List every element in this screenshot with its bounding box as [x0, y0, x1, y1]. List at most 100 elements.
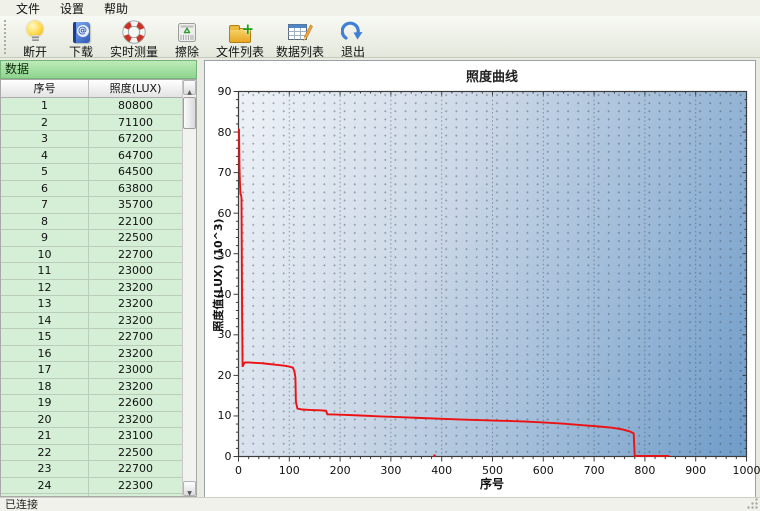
- table-body: 1 80800 2 71100 3 67200 4 64700 5 64500 6 63800 7 357…: [1, 98, 183, 496]
- cell-index: 21: [1, 428, 89, 444]
- table-header-row: 序号 照度(LUX): [1, 80, 196, 98]
- table-row[interactable]: 1 80800: [1, 98, 183, 115]
- cell-lux: 64500: [118, 165, 153, 178]
- cell-lux: 22700: [118, 462, 153, 475]
- menu-settings[interactable]: 设置: [50, 0, 94, 17]
- folder-add-icon: [225, 19, 255, 45]
- cell-lux: 22700: [118, 247, 153, 261]
- cell-lux: 71100: [118, 115, 153, 129]
- cell-lux: 23200: [118, 280, 153, 294]
- cell-index: 5: [1, 164, 89, 180]
- table-row[interactable]: 19 22600: [1, 395, 183, 412]
- cell-index: 22: [1, 444, 89, 460]
- table-row[interactable]: 22 22500: [1, 444, 183, 461]
- chart-panel: 照度曲线 照度值(LUX) (10^3) 0 100 200 300 400 500 600…: [204, 60, 760, 501]
- column-header-index[interactable]: 序号: [1, 80, 89, 97]
- y-tick-label: 80: [217, 125, 232, 139]
- toolbar-item-label: 下载: [68, 45, 93, 59]
- toolbar-item-label: 文件列表: [216, 45, 265, 59]
- cell-index: 13: [1, 296, 89, 312]
- connection-status-text: 已连接: [5, 498, 38, 511]
- cell-lux: 22500: [118, 445, 153, 459]
- cell-lux: 22500: [89, 494, 182, 496]
- app-window: 文件 设置 帮助 断开 下载 实时测量: [0, 0, 760, 511]
- table-scrollbar[interactable]: [182, 80, 196, 496]
- cell-index: 7: [1, 197, 89, 213]
- exit-button[interactable]: 退出: [330, 18, 376, 60]
- sidebar-title: 数据: [0, 60, 197, 79]
- scroll-down-button[interactable]: [183, 481, 196, 496]
- cell-index: 10: [1, 246, 89, 262]
- y-tick-label: 50: [217, 247, 232, 261]
- table-row[interactable]: 7 35700: [1, 197, 183, 214]
- erase-button[interactable]: 擦除: [164, 18, 210, 60]
- cell-index: 2: [1, 114, 89, 130]
- table-row[interactable]: 10 22700: [1, 246, 183, 263]
- cell-lux: 63800: [118, 181, 153, 195]
- table-row[interactable]: 12 23200: [1, 279, 183, 296]
- cell-lux: 23000: [118, 363, 153, 376]
- cell-lux: 35700: [118, 198, 153, 211]
- table-row[interactable]: 8 22100: [1, 213, 183, 230]
- y-tick-label: 10: [217, 409, 232, 423]
- cell-lux: 67200: [118, 132, 153, 145]
- realtime-measure-button[interactable]: 实时测量: [104, 18, 164, 60]
- table-row[interactable]: 21 23100: [1, 428, 183, 445]
- cell-lux: 23200: [118, 297, 153, 310]
- cell-index: 8: [1, 213, 89, 229]
- menu-file[interactable]: 文件: [6, 0, 50, 17]
- lifebuoy-icon: [119, 19, 149, 45]
- cell-index: 11: [1, 263, 89, 279]
- cell-lux: 23000: [118, 264, 153, 277]
- table-row[interactable]: 2 71100: [1, 114, 183, 131]
- table-row[interactable]: 4 64700: [1, 147, 183, 164]
- cell-lux: 23200: [118, 412, 153, 426]
- scroll-up-button[interactable]: [183, 80, 196, 95]
- cell-lux: 22700: [118, 330, 153, 343]
- toolbar-gripper[interactable]: [4, 20, 9, 54]
- table-row[interactable]: 6 63800: [1, 180, 183, 197]
- table-row[interactable]: 3 67200: [1, 131, 183, 148]
- cell-index: 14: [1, 312, 89, 328]
- table-row[interactable]: 5 64500: [1, 164, 183, 181]
- toolbar-item-label: 数据列表: [276, 45, 325, 59]
- cell-lux: 23200: [118, 346, 153, 360]
- table-row[interactable]: 18 23200: [1, 378, 183, 395]
- table-row[interactable]: 15 22700: [1, 329, 183, 346]
- table-row[interactable]: 14 23200: [1, 312, 183, 329]
- table-row[interactable]: 9 22500: [1, 230, 183, 247]
- y-tick-label: 60: [217, 206, 232, 220]
- cell-lux: 22100: [118, 214, 153, 228]
- table-row[interactable]: 17 23000: [1, 362, 183, 379]
- chart-title: 照度曲线: [465, 70, 518, 85]
- cell-lux: 64700: [118, 148, 153, 162]
- cell-index: 23: [1, 461, 89, 477]
- table-row[interactable]: 23 22700: [1, 461, 183, 478]
- table-row[interactable]: 13 23200: [1, 296, 183, 313]
- disconnect-button[interactable]: 断开: [12, 18, 58, 60]
- table-row[interactable]: 20 23200: [1, 411, 183, 428]
- cell-lux: 22500: [118, 231, 153, 244]
- cell-index: 25: [1, 494, 89, 496]
- file-list-button[interactable]: 文件列表: [210, 18, 270, 60]
- y-tick-label: 40: [217, 287, 232, 301]
- table-row[interactable]: 2522500: [1, 494, 183, 496]
- table-row[interactable]: 16 23200: [1, 345, 183, 362]
- scrollbar-thumb[interactable]: [183, 97, 196, 129]
- table-row[interactable]: 24 22300: [1, 477, 183, 494]
- bulb-icon: [20, 19, 50, 45]
- download-button[interactable]: 下载: [58, 18, 104, 60]
- cell-index: 24: [1, 477, 89, 493]
- cell-lux: 22300: [118, 478, 153, 492]
- menu-help[interactable]: 帮助: [94, 0, 138, 17]
- data-table: 序号 照度(LUX) 1 80800 2 71100 3 67200 4 64700 5 6450…: [0, 79, 197, 497]
- column-header-lux[interactable]: 照度(LUX): [89, 80, 183, 97]
- menu-bar: 文件 设置 帮助: [0, 0, 760, 16]
- resize-grip-icon[interactable]: [746, 497, 759, 510]
- cell-index: 6: [1, 180, 89, 196]
- cell-index: 16: [1, 345, 89, 361]
- toolbar-item-label: 实时测量: [110, 45, 159, 59]
- table-row[interactable]: 11 23000: [1, 263, 183, 280]
- data-list-button[interactable]: 数据列表: [270, 18, 330, 60]
- status-bar: 已连接: [0, 497, 760, 511]
